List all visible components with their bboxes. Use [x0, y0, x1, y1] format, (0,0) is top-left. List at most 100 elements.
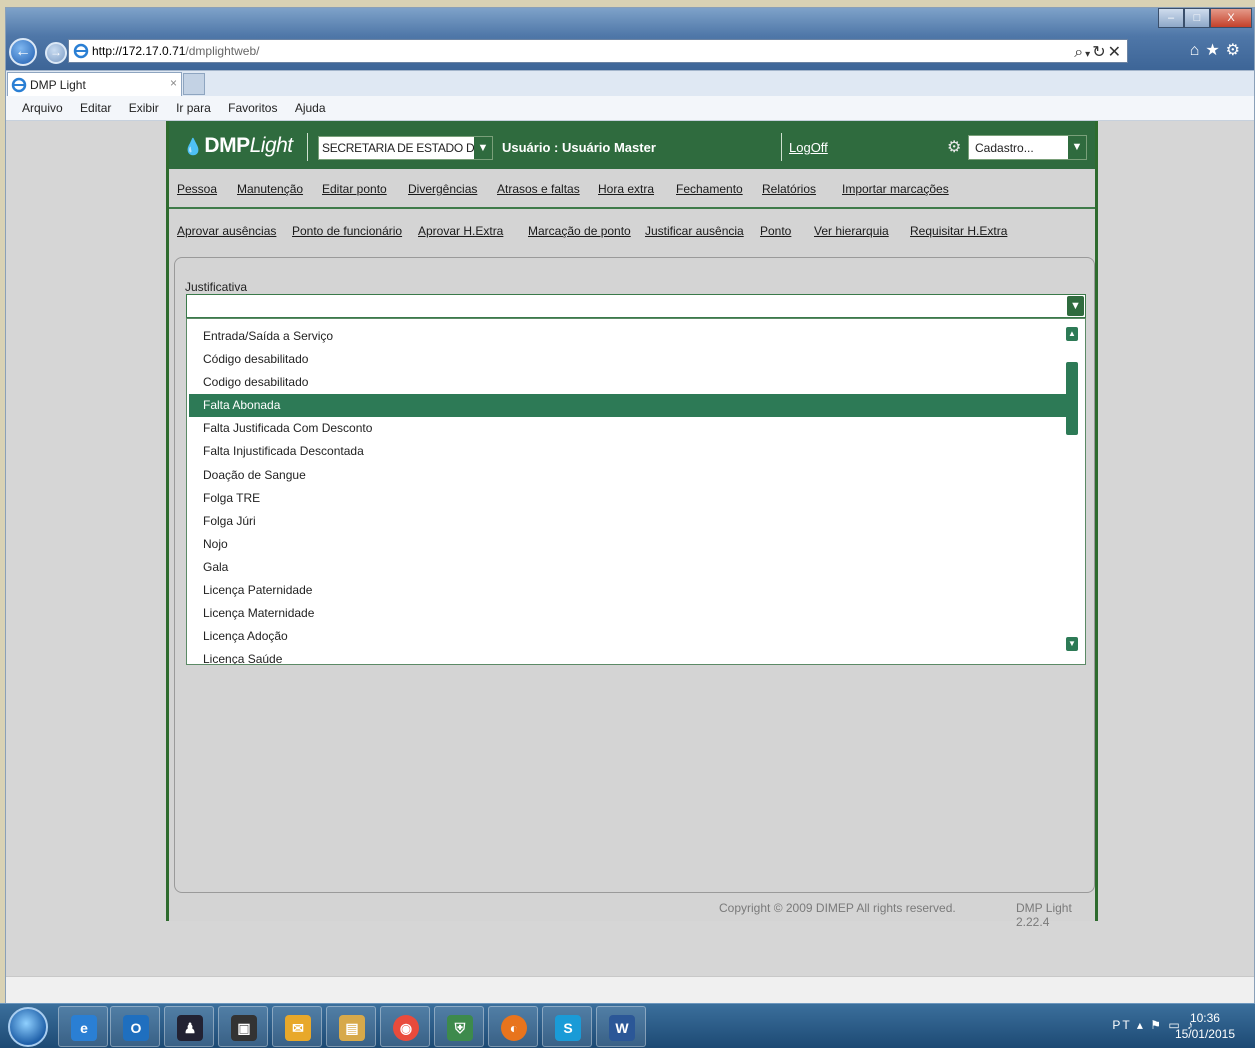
window-controls: – □ X [1158, 8, 1252, 28]
menu-atrasos-e-faltas[interactable]: Atrasos e faltas [497, 182, 580, 196]
dropdown-option[interactable]: Folga TRE [187, 487, 1067, 510]
taskbar-terminal[interactable]: ▣ [218, 1006, 268, 1047]
home-icon[interactable]: ⌂ [1190, 42, 1206, 59]
menu-fechamento[interactable]: Fechamento [676, 182, 743, 196]
tab-close-button[interactable]: × [170, 76, 177, 90]
dropdown-option[interactable]: Licença Adoção [187, 625, 1067, 648]
menu-editar-ponto[interactable]: Editar ponto [322, 182, 387, 196]
menu-exibir[interactable]: Exibir [129, 101, 159, 115]
dmp-logo: 💧DMPLight [183, 134, 293, 157]
justificativa-dropdown: Entrada/Saída a Serviço Código desabilita… [186, 318, 1086, 665]
maximize-button[interactable]: □ [1184, 8, 1210, 28]
menu-justificar-ausencia[interactable]: Justificar ausência [645, 224, 744, 238]
outlook-icon: O [123, 1015, 149, 1041]
organization-select[interactable]: SECRETARIA DE ESTADO DA SAÚ ▼ [318, 136, 493, 160]
menu-ajuda[interactable]: Ajuda [295, 101, 326, 115]
menu-ponto[interactable]: Ponto [760, 224, 791, 238]
header-divider [307, 133, 308, 161]
taskbar-chrome[interactable]: ◉ [380, 1006, 430, 1047]
windows-taskbar: e O ♟ ▣ ✉ ▤ ◉ ⛨ ◐ S W PT ▴ ⚑ ▭ ♪ 10:36 1… [0, 1003, 1255, 1048]
dropdown-option[interactable]: Folga Júri [187, 510, 1067, 533]
scroll-up-button[interactable]: ▲ [1066, 327, 1078, 341]
tab-dmp-light[interactable]: DMP Light × [7, 72, 182, 97]
dropdown-option[interactable]: Codigo desabilitado [187, 371, 1067, 394]
cadastro-select[interactable]: Cadastro... ▼ [968, 135, 1087, 160]
person-icon: ♟ [177, 1015, 203, 1041]
justificativa-select[interactable]: ▼ [186, 294, 1086, 318]
dropdown-options: Entrada/Saída a Serviço Código desabilita… [187, 325, 1067, 664]
taskbar-word[interactable]: W [596, 1006, 646, 1047]
taskbar-outlook[interactable]: O [110, 1006, 160, 1047]
chevron-down-icon: ▼ [474, 137, 492, 159]
menu-favoritos[interactable]: Favoritos [228, 101, 277, 115]
clock[interactable]: 10:36 15/01/2015 [1175, 1010, 1235, 1042]
menu-relatorios[interactable]: Relatórios [762, 182, 816, 196]
scroll-down-button[interactable]: ▼ [1066, 637, 1078, 651]
chevron-down-icon: ▼ [1068, 136, 1086, 159]
back-button[interactable]: ← [9, 38, 37, 66]
menu-arquivo[interactable]: Arquivo [22, 101, 63, 115]
gear-icon[interactable]: ⚙ [1226, 42, 1246, 59]
address-bar[interactable]: http://172.17.0.71/dmplightweb/ ⌕▾↻✕ [68, 39, 1128, 63]
taskbar-security[interactable]: ⛨ [434, 1006, 484, 1047]
dropdown-scrollbar[interactable]: ▲ ▼ [1066, 327, 1079, 657]
address-actions: ⌕▾↻✕ [1074, 42, 1123, 62]
taskbar-app[interactable]: ♟ [164, 1006, 214, 1047]
menu-ponto-de-funcionario[interactable]: Ponto de funcionário [292, 224, 402, 238]
taskbar-skype[interactable]: S [542, 1006, 592, 1047]
menu-pessoa[interactable]: Pessoa [177, 182, 217, 196]
dropdown-option[interactable]: Falta Abonada [189, 394, 1067, 418]
language-indicator[interactable]: PT [1112, 1018, 1131, 1032]
menu-importar-marcacoes[interactable]: Importar marcações [842, 182, 949, 196]
browser-toolbar-icons: ⌂★⚙ [1190, 40, 1246, 60]
logoff-link[interactable]: LogOff [789, 140, 828, 155]
menu-requisitar-hextra[interactable]: Requisitar H.Extra [910, 224, 1007, 238]
refresh-icon[interactable]: ↻ [1092, 44, 1107, 61]
chevron-down-icon[interactable]: ▼ [1067, 296, 1084, 316]
dropdown-option[interactable]: Entrada/Saída a Serviço [187, 325, 1067, 348]
chevron-up-icon[interactable]: ▴ [1137, 1018, 1145, 1032]
scroll-thumb[interactable] [1066, 362, 1078, 435]
menu-hora-extra[interactable]: Hora extra [598, 182, 654, 196]
start-button[interactable] [8, 1007, 48, 1047]
dropdown-option[interactable]: Falta Injustificada Descontada [187, 440, 1067, 463]
menu-manutencao[interactable]: Manutenção [237, 182, 303, 196]
dropdown-option[interactable]: Licença Paternidade [187, 579, 1067, 602]
menu-ver-hierarquia[interactable]: Ver hierarquia [814, 224, 889, 238]
flag-icon[interactable]: ⚑ [1150, 1018, 1163, 1032]
new-tab-button[interactable] [183, 73, 205, 95]
dropdown-option[interactable]: Licença Saúde [187, 648, 1067, 664]
minimize-button[interactable]: – [1158, 8, 1184, 28]
menu-aprovar-ausencias[interactable]: Aprovar ausências [177, 224, 276, 238]
menu-divergencias[interactable]: Divergências [408, 182, 477, 196]
dropdown-option[interactable]: Gala [187, 556, 1067, 579]
taskbar-ie[interactable]: e [58, 1006, 108, 1047]
footer-copyright: Copyright © 2009 DIMEP All rights reserv… [719, 901, 956, 915]
address-url: http://172.17.0.71/dmplightweb/ [92, 44, 260, 58]
dropdown-option[interactable]: Doação de Sangue [187, 464, 1067, 487]
dropdown-option[interactable]: Nojo [187, 533, 1067, 556]
menu-ir-para[interactable]: Ir para [176, 101, 211, 115]
taskbar-firefox[interactable]: ◐ [488, 1006, 538, 1047]
page-content: 💧DMPLight SECRETARIA DE ESTADO DA SAÚ ▼ … [6, 121, 1254, 976]
clock-time: 10:36 [1189, 1011, 1220, 1025]
stop-icon[interactable]: ✕ [1108, 44, 1123, 61]
dropdown-option[interactable]: Falta Justificada Com Desconto [187, 417, 1067, 440]
menu-marcacao-de-ponto[interactable]: Marcação de ponto [528, 224, 631, 238]
dropdown-option[interactable]: Licença Maternidade [187, 602, 1067, 625]
word-icon: W [609, 1015, 635, 1041]
search-icon[interactable]: ⌕ [1074, 44, 1085, 61]
skype-icon: S [555, 1015, 581, 1041]
tab-title: DMP Light [30, 78, 86, 92]
star-icon[interactable]: ★ [1205, 42, 1225, 59]
close-button[interactable]: X [1210, 8, 1252, 28]
app-header: 💧DMPLight SECRETARIA DE ESTADO DA SAÚ ▼ … [169, 121, 1095, 169]
forward-button[interactable]: → [45, 42, 67, 64]
taskbar-mail[interactable]: ✉ [272, 1006, 322, 1047]
taskbar-explorer[interactable]: ▤ [326, 1006, 376, 1047]
logo-drop-icon: 💧 [183, 139, 203, 156]
menu-editar[interactable]: Editar [80, 101, 111, 115]
sub-menu: Aprovar ausências Ponto de funcionário A… [169, 211, 1095, 251]
dropdown-option[interactable]: Código desabilitado [187, 348, 1067, 371]
menu-aprovar-hextra[interactable]: Aprovar H.Extra [418, 224, 503, 238]
